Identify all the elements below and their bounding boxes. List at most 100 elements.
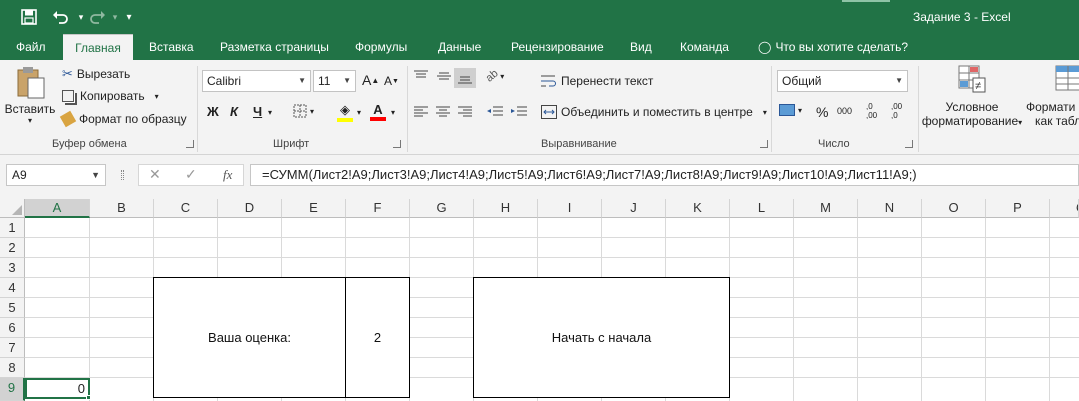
active-cell-a9[interactable]: 0 (25, 378, 90, 399)
decrease-indent-icon[interactable] (487, 106, 503, 118)
bold-button[interactable]: Ж (207, 104, 219, 119)
fill-color-dropdown-icon[interactable]: ▾ (357, 108, 361, 117)
tab-home[interactable]: Главная (63, 34, 133, 60)
font-name-select[interactable]: Calibri ▼ (202, 70, 311, 92)
number-format-select[interactable]: Общий ▼ (777, 70, 908, 92)
increase-font-icon[interactable]: A ▲ (362, 72, 379, 88)
align-bottom-icon[interactable] (454, 68, 476, 88)
spreadsheet-grid[interactable]: A B C D E F G H I J K L M N O P Q 1 2 3 … (0, 199, 1079, 401)
column-header[interactable]: Q (1050, 199, 1079, 218)
insert-function-icon[interactable]: fx (223, 167, 232, 183)
borders-button[interactable]: ▾ (293, 104, 314, 118)
column-header[interactable]: G (410, 199, 474, 218)
clipboard-launcher-icon[interactable] (186, 140, 194, 148)
fill-handle[interactable] (86, 395, 91, 400)
tab-page-layout[interactable]: Разметка страницы (212, 34, 337, 60)
column-header[interactable]: J (602, 199, 666, 218)
row-header[interactable]: 7 (0, 338, 25, 358)
copy-button[interactable]: Копировать ▾ (62, 89, 159, 103)
font-color-dropdown-icon[interactable]: ▾ (391, 108, 395, 117)
chevron-down-icon: ▼ (895, 76, 903, 85)
decrease-decimal-button[interactable]: ,00 ,0 (891, 102, 909, 120)
conditional-formatting-button[interactable]: ≠ Условное форматирование▾ (922, 64, 1022, 128)
column-header[interactable]: H (474, 199, 538, 218)
increase-decimal-button[interactable]: ,0 ,00 (866, 102, 884, 120)
font-color-button[interactable]: A (370, 102, 386, 121)
row-header[interactable]: 9 (0, 378, 25, 401)
column-header[interactable]: F (346, 199, 410, 218)
row-header[interactable]: 8 (0, 358, 25, 378)
name-box[interactable]: A9 ▼ (6, 164, 106, 186)
column-header[interactable]: K (666, 199, 730, 218)
column-header[interactable]: M (794, 199, 858, 218)
tab-insert[interactable]: Вставка (141, 34, 202, 60)
column-header[interactable]: D (218, 199, 282, 218)
score-value-cell[interactable]: 2 (345, 277, 410, 398)
restart-button[interactable]: Начать с начала (473, 277, 730, 398)
select-all-button[interactable] (0, 199, 25, 218)
tab-file[interactable]: Файл (8, 34, 54, 60)
orientation-icon[interactable]: ab ▾ (484, 67, 505, 84)
increase-indent-icon[interactable] (511, 106, 527, 118)
column-header[interactable]: I (538, 199, 602, 218)
customize-toolbar-icon[interactable]: ▾ (118, 7, 140, 27)
font-size-select[interactable]: 11 ▼ (313, 70, 356, 92)
column-header[interactable]: O (922, 199, 986, 218)
tab-formulas[interactable]: Формулы (347, 34, 415, 60)
divider (407, 66, 408, 152)
divider (918, 66, 919, 152)
ribbon-home: Вставить ▾ ✂ Вырезать Копировать ▾ Формат … (0, 60, 1079, 155)
borders-icon (293, 104, 307, 118)
tab-review[interactable]: Рецензирование (503, 34, 612, 60)
merge-dropdown-icon: ▾ (762, 107, 767, 117)
undo-icon[interactable] (50, 7, 72, 27)
percent-button[interactable]: % (816, 104, 828, 120)
column-header[interactable]: A (25, 199, 90, 218)
number-group-label: Число (818, 138, 850, 150)
align-center-icon[interactable] (436, 106, 450, 118)
align-left-icon[interactable] (414, 106, 428, 118)
cancel-icon[interactable]: ✕ (149, 166, 161, 183)
enter-icon[interactable]: ✓ (185, 166, 197, 183)
currency-button[interactable]: ▾ (779, 104, 802, 116)
column-header[interactable]: C (154, 199, 218, 218)
paste-icon (17, 67, 45, 99)
tell-me-box[interactable]: ◯ Что вы хотите сделать? (758, 34, 908, 60)
row-header[interactable]: 3 (0, 258, 25, 278)
paste-button[interactable]: Вставить ▾ (5, 66, 55, 130)
column-header[interactable]: L (730, 199, 794, 218)
wrap-text-button[interactable]: Перенести текст (541, 74, 653, 88)
row-header[interactable]: 1 (0, 218, 25, 238)
underline-button[interactable]: Ч (253, 104, 262, 119)
italic-button[interactable]: К (230, 104, 238, 119)
align-middle-icon[interactable] (437, 70, 451, 82)
tab-view[interactable]: Вид (622, 34, 660, 60)
thousands-button[interactable]: 000 (837, 106, 852, 116)
merge-center-button[interactable]: Объединить и поместить в центре ▾ (541, 105, 767, 119)
font-launcher-icon[interactable] (393, 140, 401, 148)
tab-data[interactable]: Данные (430, 34, 489, 60)
save-icon[interactable] (18, 7, 40, 27)
column-header[interactable]: E (282, 199, 346, 218)
score-label-cell[interactable]: Ваша оценка: (153, 277, 346, 398)
decrease-font-icon[interactable]: A ▼ (384, 74, 399, 88)
cut-button[interactable]: ✂ Вырезать (62, 66, 130, 82)
column-header[interactable]: B (90, 199, 154, 218)
tab-team[interactable]: Команда (672, 34, 737, 60)
column-header[interactable]: N (858, 199, 922, 218)
underline-dropdown-icon[interactable]: ▾ (268, 108, 272, 117)
row-header[interactable]: 6 (0, 318, 25, 338)
format-as-table-button[interactable]: Формати как табл (1026, 64, 1079, 128)
fill-color-button[interactable]: ◈ (337, 102, 353, 122)
format-painter-button[interactable]: Формат по образцу (59, 110, 187, 128)
row-header[interactable]: 2 (0, 238, 25, 258)
formula-input[interactable]: =СУММ(Лист2!A9;Лист3!A9;Лист4!A9;Лист5!A… (250, 164, 1079, 186)
row-header[interactable]: 4 (0, 278, 25, 298)
alignment-launcher-icon[interactable] (760, 140, 768, 148)
row-header[interactable]: 5 (0, 298, 25, 318)
number-launcher-icon[interactable] (905, 140, 913, 148)
align-right-icon[interactable] (458, 106, 472, 118)
formula-bar-grip-icon[interactable] (121, 170, 124, 180)
align-top-icon[interactable] (414, 70, 428, 82)
column-header[interactable]: P (986, 199, 1050, 218)
